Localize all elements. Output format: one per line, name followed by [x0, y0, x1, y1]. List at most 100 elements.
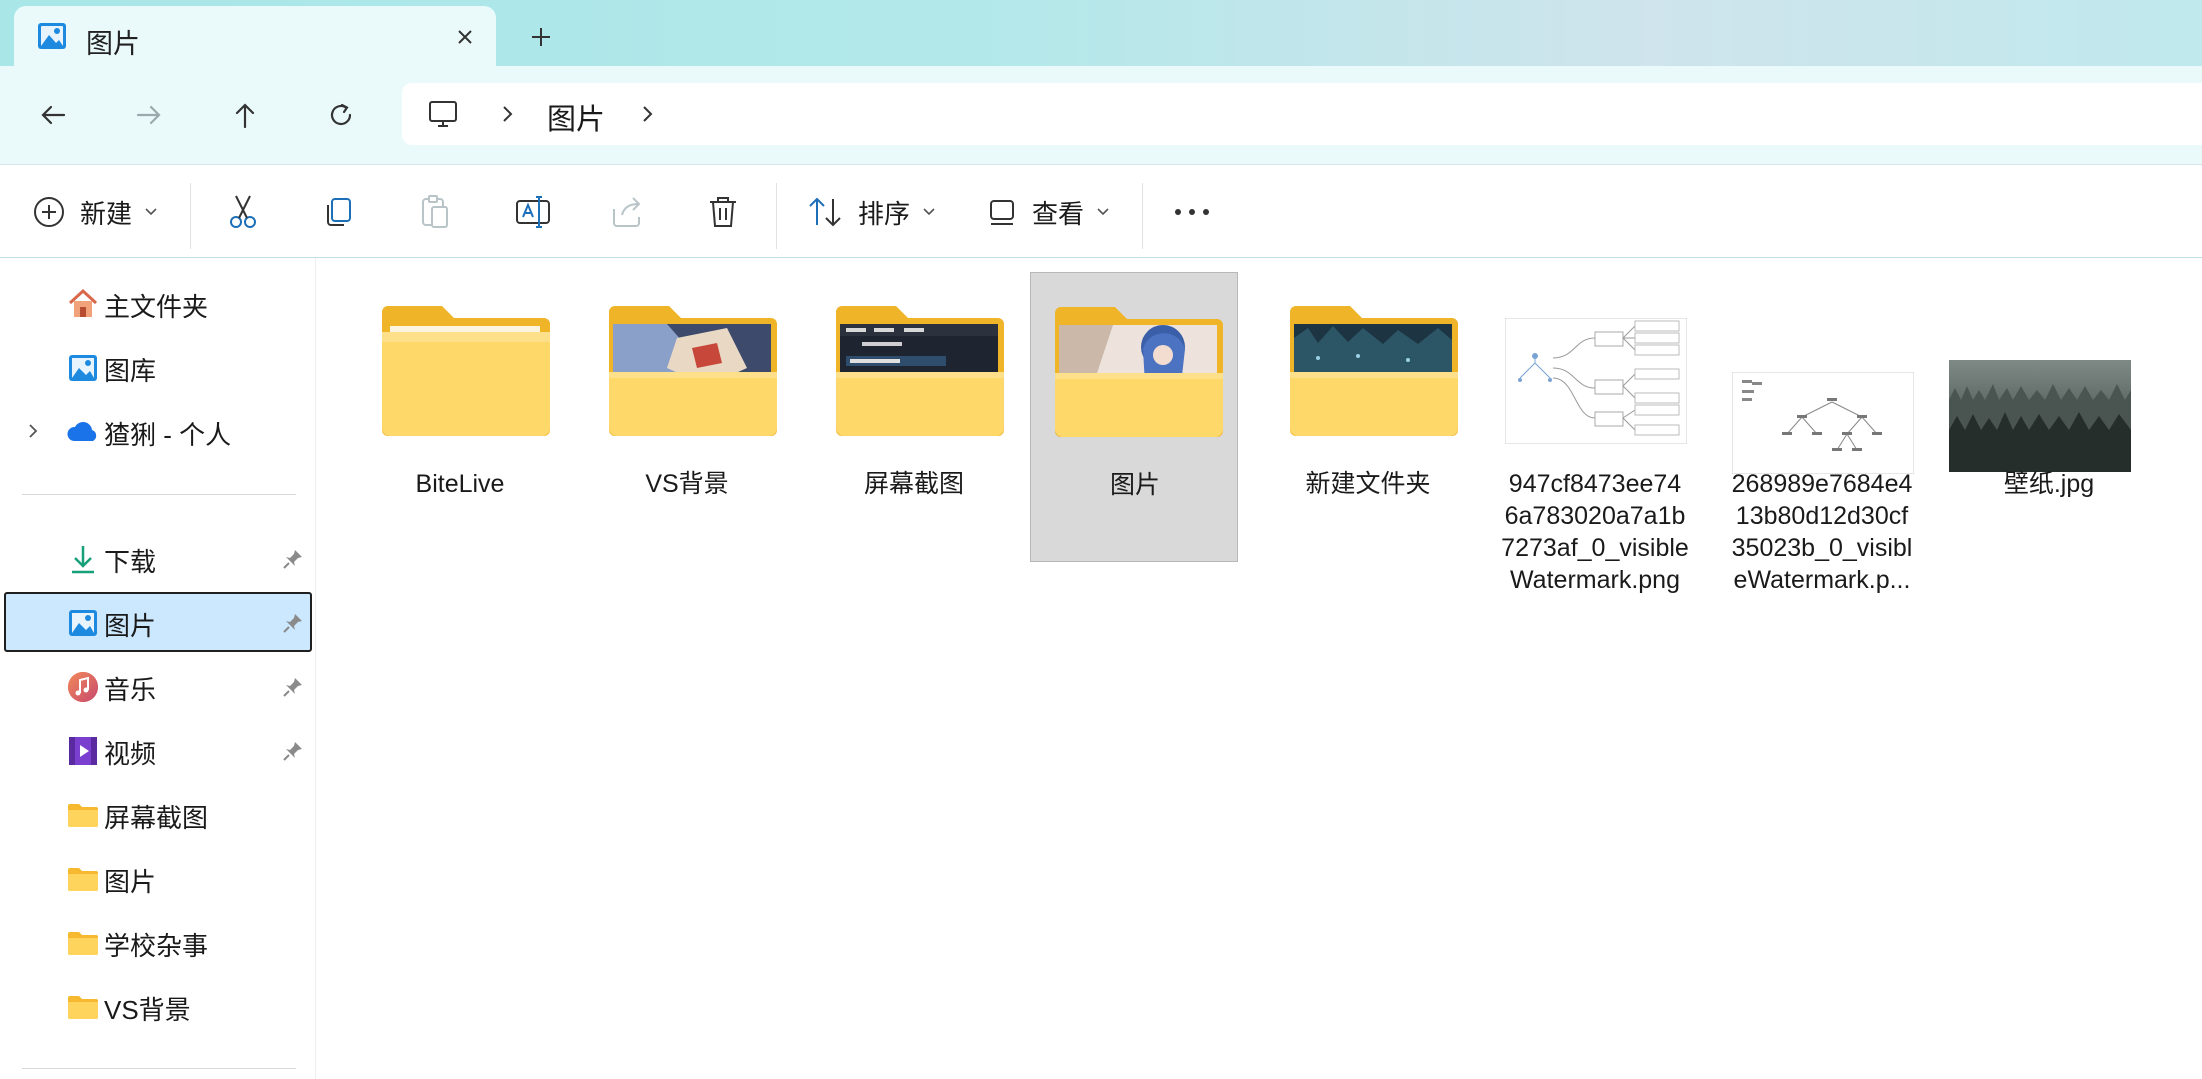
cut-icon [230, 195, 256, 228]
file-name: BiteLive [415, 470, 505, 498]
copy-button[interactable] [322, 187, 356, 237]
share-icon [613, 197, 641, 227]
toolbar-divider [1142, 183, 1143, 249]
sidebar-item-home[interactable]: 主文件夹 [4, 273, 312, 333]
home-icon [66, 287, 100, 321]
back-button[interactable] [26, 88, 80, 142]
sidebar-item-school-misc[interactable]: 学校杂事 [4, 912, 312, 972]
tab-pictures[interactable]: 图片 [14, 6, 496, 66]
sort-icon [809, 197, 841, 227]
up-button[interactable] [218, 88, 272, 142]
toolbar-divider [776, 183, 777, 249]
paste-icon [422, 195, 448, 228]
file-item-vs-background[interactable]: VS背景 [583, 272, 791, 562]
view-label: 查看 [1032, 198, 1085, 229]
image-thumbnail [1732, 372, 1914, 474]
sidebar-item-label: 图片 [104, 611, 157, 641]
address-bar[interactable]: 图片 [402, 83, 2202, 145]
breadcrumb-chevron-icon[interactable] [496, 101, 518, 132]
file-item-new-folder[interactable]: 新建文件夹 [1264, 272, 1472, 562]
refresh-icon [330, 103, 352, 126]
cut-button[interactable] [226, 187, 260, 237]
file-item-bitelive[interactable]: BiteLive [356, 272, 564, 562]
sidebar-item-downloads[interactable]: 下载 [4, 528, 312, 588]
refresh-button[interactable] [314, 88, 368, 142]
navigation-bar: 图片 [0, 66, 2202, 164]
this-pc-icon[interactable] [426, 97, 460, 136]
sidebar-item-label: 屏幕截图 [104, 803, 209, 833]
share-button[interactable] [610, 187, 646, 237]
forward-button[interactable] [122, 88, 176, 142]
file-name: 屏幕截图 [863, 470, 964, 498]
file-list: BiteLive VS背景 屏幕截图 图片 新建文件夹 947cf8473ee7… [316, 258, 2202, 1079]
sidebar-item-onedrive[interactable]: 猹猁 - 个人 [4, 401, 312, 461]
chevron-down-icon [1097, 208, 1109, 216]
image-thumbnail [1949, 360, 2131, 472]
sidebar-item-screenshots[interactable]: 屏幕截图 [4, 784, 312, 844]
copy-icon [327, 198, 351, 226]
new-tab-button[interactable] [522, 18, 560, 56]
file-item-wallpaper-jpg[interactable]: 壁纸.jpg [1945, 272, 2153, 562]
sidebar-item-label: 音乐 [104, 675, 157, 705]
sidebar-item-vs-background[interactable]: VS背景 [4, 976, 312, 1036]
file-name-line: 7273af_0_visible [1501, 534, 1689, 562]
sidebar-item-label: 下载 [104, 547, 157, 577]
file-item-pictures[interactable]: 图片 [1030, 272, 1238, 562]
breadcrumb-item-pictures[interactable]: 图片 [547, 96, 605, 138]
view-button[interactable]: 查看 [988, 187, 1110, 237]
file-name: 947cf8473ee74 6a783020a7a1b 7273af_0_vis… [1491, 468, 1699, 596]
file-name-line: 6a783020a7a1b [1504, 502, 1686, 530]
delete-button[interactable] [706, 187, 740, 237]
sidebar-item-label: 图片 [104, 867, 157, 897]
file-item-tree-png[interactable]: 268989e7684e4 13b80d12d30cf 35023b_0_vis… [1718, 272, 1926, 594]
view-icon [990, 200, 1014, 225]
sidebar-item-videos[interactable]: 视频 [4, 720, 312, 780]
file-item-screenshots[interactable]: 屏幕截图 [810, 272, 1018, 562]
folder-icon [66, 798, 100, 832]
paste-button[interactable] [418, 187, 452, 237]
sidebar-divider [22, 494, 296, 495]
file-name-line: 268989e7684e4 [1731, 470, 1913, 498]
arrow-right-icon [136, 105, 161, 125]
file-name-line: 35023b_0_visibl [1731, 534, 1913, 562]
file-name-line: 壁纸.jpg [2003, 470, 2095, 498]
sort-button[interactable]: 排序 [806, 187, 936, 237]
sidebar-item-pictures-folder[interactable]: 图片 [4, 848, 312, 908]
pin-icon[interactable] [282, 740, 304, 767]
title-bar: 图片 [0, 0, 2202, 66]
sidebar-item-label: 视频 [104, 739, 157, 769]
sidebar-item-gallery[interactable]: 图库 [4, 337, 312, 397]
rename-button[interactable] [514, 187, 552, 237]
rename-icon [516, 196, 550, 228]
file-name: 壁纸.jpg [1945, 468, 2153, 500]
pin-icon[interactable] [282, 548, 304, 575]
breadcrumb-chevron-icon[interactable] [636, 101, 658, 132]
sort-label: 排序 [858, 198, 911, 229]
file-name: 新建文件夹 [1305, 470, 1431, 498]
music-icon [66, 670, 100, 704]
new-label: 新建 [80, 198, 133, 229]
file-name-line: 947cf8473ee74 [1508, 470, 1682, 498]
delete-icon [710, 197, 736, 227]
close-icon[interactable] [448, 20, 482, 54]
file-item-mindmap-png[interactable]: 947cf8473ee74 6a783020a7a1b 7273af_0_vis… [1491, 272, 1699, 594]
folder-icon [1290, 306, 1458, 436]
onedrive-cloud-icon [66, 415, 100, 449]
file-name-line: Watermark.png [1510, 566, 1680, 594]
chevron-down-icon [923, 208, 935, 216]
folder-icon [609, 306, 777, 436]
pin-icon[interactable] [282, 676, 304, 703]
file-name: 图片 [1109, 471, 1160, 499]
folder-icon [836, 306, 1004, 436]
chevron-down-icon [145, 208, 157, 216]
sidebar-item-label: 猹猁 - 个人 [104, 420, 232, 450]
sidebar-item-music[interactable]: 音乐 [4, 656, 312, 716]
folder-icon [66, 990, 100, 1024]
gallery-icon [66, 351, 100, 385]
chevron-right-icon[interactable] [26, 421, 40, 446]
sidebar-item-pictures[interactable]: 图片 [4, 592, 312, 652]
pin-icon[interactable] [282, 612, 304, 639]
command-bar: 新建 排序 查看 [0, 164, 2202, 258]
more-options-button[interactable] [1172, 187, 1212, 237]
new-button[interactable]: 新建 [32, 187, 158, 237]
